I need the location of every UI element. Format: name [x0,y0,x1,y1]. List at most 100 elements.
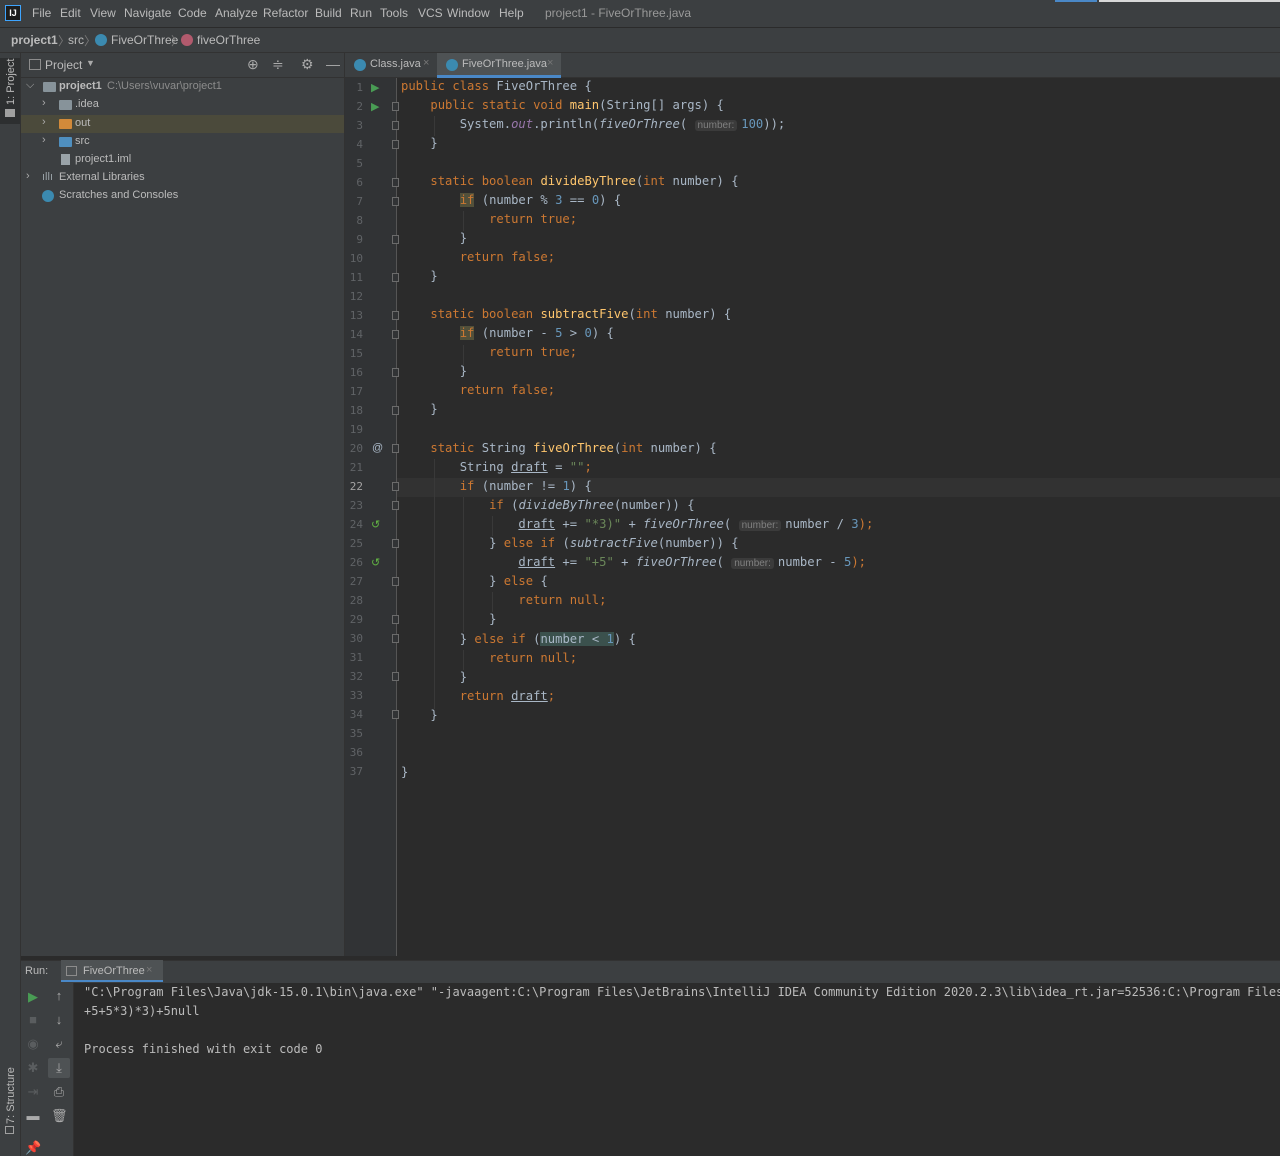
tree-node-external-libraries[interactable]: › ıllı External Libraries [21,169,344,187]
fold-marker[interactable] [392,140,399,149]
fold-marker[interactable] [392,501,399,510]
menu-help[interactable]: Help [499,6,524,20]
tree-node-out[interactable]: › out [21,115,344,133]
tree-label: out [75,117,91,129]
chevron-down-icon[interactable]: ⌵ [26,79,34,92]
tree-node-scratches[interactable]: Scratches and Consoles [21,187,344,205]
locate-icon[interactable]: ⊕ [247,56,259,73]
fold-marker[interactable] [392,482,399,491]
project-view-title[interactable]: Project [45,58,82,72]
class-icon [95,34,107,46]
fold-marker[interactable] [392,178,399,187]
menu-navigate[interactable]: Navigate [124,6,171,20]
tree-node-project1[interactable]: ⌵ project1 C:\Users\vuvar\project1 [21,78,344,96]
close-icon[interactable]: × [146,964,152,976]
chevron-right-icon[interactable]: › [26,170,30,182]
menu-edit[interactable]: Edit [60,6,81,20]
code-line-16: } [459,364,468,378]
menu-refactor[interactable]: Refactor [263,6,308,20]
fold-marker[interactable] [392,615,399,624]
menu-window[interactable]: Window [447,6,490,20]
code-line-2: public static void main(String[] args) { [430,98,724,112]
console-line: +5+5*3)*3)+5null [84,1004,200,1018]
line-number: 23 [349,499,363,512]
recursion-icon[interactable]: ↺ [371,556,380,569]
camera-icon[interactable]: ◉ [25,1036,41,1052]
tree-node-iml[interactable]: project1.iml [21,151,344,169]
project-tool-label[interactable]: 1: Project [5,59,17,105]
code-line-23: if (divideByThree(number)) { [489,498,695,512]
breadcrumb-method[interactable]: fiveOrThree [197,33,260,47]
trash-icon[interactable]: 🗑 [51,1108,68,1124]
fold-marker[interactable] [392,311,399,320]
menu-run[interactable]: Run [350,6,372,20]
tab-class-java[interactable]: Class.java × [345,53,437,77]
menu-file[interactable]: File [32,6,51,20]
fold-marker[interactable] [392,330,399,339]
stop-icon[interactable]: ■ [25,1012,41,1027]
chevron-right-icon[interactable]: › [42,97,46,109]
run-panel-header [21,960,1280,984]
fold-marker[interactable] [392,235,399,244]
line-number: 6 [356,176,363,189]
breadcrumb-project[interactable]: project1 [11,33,58,47]
menu-view[interactable]: View [90,6,116,20]
collapse-icon[interactable]: ≑ [272,56,284,73]
exit-icon[interactable]: ⇥ [25,1084,41,1100]
fold-marker[interactable] [392,368,399,377]
close-icon[interactable]: × [547,57,553,69]
fold-marker[interactable] [392,273,399,282]
tree-label: .idea [75,98,99,110]
fold-marker[interactable] [392,577,399,586]
minimize-icon[interactable]: — [326,56,340,72]
folder-icon [5,109,15,117]
code-line-25: } else if (subtractFive(number)) { [489,536,739,550]
soft-wrap-icon[interactable]: ⤶ [51,1036,67,1052]
rerun-icon[interactable]: ▶ [25,989,41,1005]
console-line: Process finished with exit code 0 [84,1042,323,1056]
fold-marker[interactable] [392,102,399,111]
chevron-down-icon[interactable]: ▼ [86,58,95,68]
fold-marker[interactable] [392,672,399,681]
folder-icon [59,119,72,129]
menu-analyze[interactable]: Analyze [215,6,258,20]
menu-code[interactable]: Code [178,6,207,20]
fold-marker[interactable] [392,197,399,206]
menu-tools[interactable]: Tools [380,6,408,20]
idea-logo-icon: IJ [5,5,21,21]
fold-marker[interactable] [392,710,399,719]
override-icon[interactable]: @ [372,442,383,454]
fold-marker[interactable] [392,634,399,643]
run-gutter-icon[interactable]: ▶ [371,81,379,94]
print-icon[interactable]: ⎙ [51,1084,67,1100]
line-number: 1 [356,81,363,94]
tab-fiveorthree-java[interactable]: FiveOrThree.java × [437,53,561,77]
scroll-to-end-icon[interactable]: ⤓ [51,1060,67,1076]
structure-tool-label[interactable]: 7: Structure [5,1067,17,1124]
fold-marker[interactable] [392,539,399,548]
recursion-icon[interactable]: ↺ [371,518,380,531]
chevron-right-icon[interactable]: › [42,134,46,146]
gear-icon[interactable]: ⚙ [301,56,314,73]
breadcrumb-class[interactable]: FiveOrThree [111,33,178,47]
run-gutter-icon[interactable]: ▶ [371,100,379,113]
fold-marker[interactable] [392,406,399,415]
console-output[interactable] [74,983,1280,1156]
tree-node-idea[interactable]: › .idea [21,96,344,114]
line-number: 13 [349,309,363,322]
code-line-28: return null; [518,593,607,607]
breadcrumb-src[interactable]: src [68,33,84,47]
debug-icon[interactable]: ✱ [25,1060,41,1076]
close-icon[interactable]: × [423,57,429,69]
layout-icon[interactable]: ▬ [25,1108,41,1123]
fold-marker[interactable] [392,121,399,130]
scroll-up-icon[interactable]: ↑ [51,988,67,1003]
pin-icon[interactable]: 📌 [25,1140,41,1156]
scroll-down-icon[interactable]: ↓ [51,1012,67,1027]
line-number: 26 [349,556,363,569]
chevron-right-icon[interactable]: › [42,116,46,128]
fold-marker[interactable] [392,444,399,453]
menu-build[interactable]: Build [315,6,342,20]
menu-vcs[interactable]: VCS [418,6,443,20]
tree-node-src[interactable]: › src [21,133,344,151]
